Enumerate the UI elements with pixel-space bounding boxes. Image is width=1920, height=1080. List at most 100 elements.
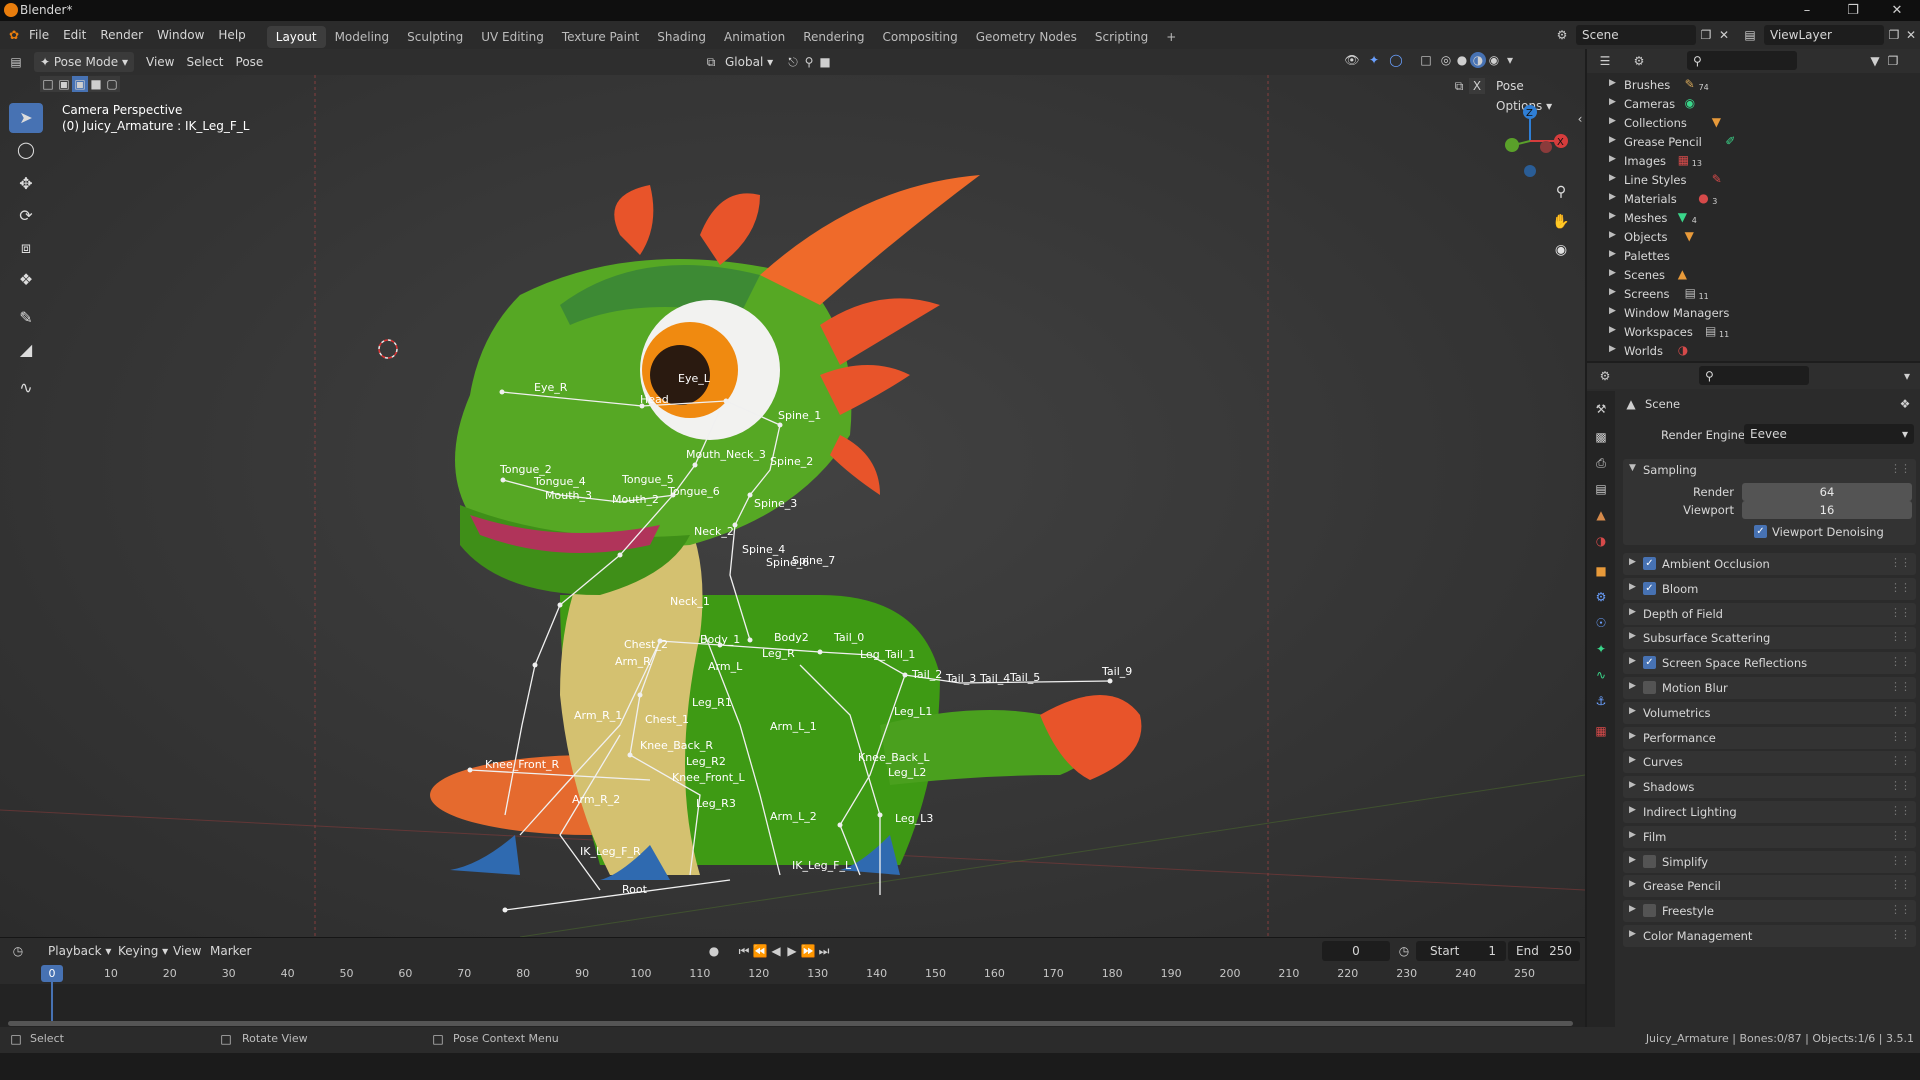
panel-shadows[interactable]: ▶ Shadows ⋮⋮ (1623, 776, 1916, 799)
annotate-tool[interactable]: ✎ (9, 303, 43, 333)
expand-arrow-icon[interactable]: ▶ (1609, 97, 1616, 107)
properties-search-input[interactable]: ⚲ (1699, 366, 1809, 385)
outliner-item[interactable]: ▶ Line Styles ✎ (1587, 171, 1920, 190)
add-workspace-button[interactable]: + (1157, 26, 1185, 48)
menu-pose[interactable]: Pose (230, 52, 270, 72)
pan-hand-icon[interactable]: ✋ (1548, 209, 1574, 235)
drag-handle-icon[interactable]: ⋮⋮ (1890, 854, 1911, 867)
chevron-right-icon[interactable]: ▶ (1629, 681, 1636, 691)
tab-modeling[interactable]: Modeling (326, 26, 399, 48)
outliner-item[interactable]: ▶ Workspaces ▤ 11 (1587, 323, 1920, 342)
mode-selector[interactable]: ✦ Pose Mode ▾ (34, 52, 134, 72)
tab-compositing[interactable]: Compositing (873, 26, 966, 48)
render-engine-dropdown[interactable]: Eevee ▾ (1744, 424, 1914, 444)
drag-handle-icon[interactable]: ⋮⋮ (1890, 606, 1911, 619)
frame-ruler[interactable]: 0 10 20 30 40 50 60 70 80 90 100 110 120 130 140 150 160… (0, 964, 1585, 984)
outliner-item[interactable]: ▶ Collections ▼ (1587, 114, 1920, 133)
drag-handle-icon[interactable]: ⋮⋮ (1890, 878, 1911, 891)
pose-options-button[interactable]: Pose Options ▾ (1490, 76, 1578, 113)
scene-tab-icon[interactable]: ▲ (1591, 505, 1611, 525)
chevron-right-icon[interactable]: ▶ (1629, 557, 1636, 567)
outliner-item[interactable]: ▶ Cameras ◉ (1587, 95, 1920, 114)
timeline-editor-icon[interactable]: ◷ (10, 943, 26, 959)
solid-shading-icon[interactable]: ● (1454, 52, 1470, 68)
panel-film[interactable]: ▶ Film ⋮⋮ (1623, 825, 1916, 848)
new-viewlayer-icon[interactable]: ❐ (1886, 27, 1902, 43)
menu-render[interactable]: Render (93, 21, 150, 49)
tab-layout[interactable]: Layout (266, 25, 326, 48)
panel-enable-checkbox[interactable] (1643, 854, 1656, 868)
visibility-icon[interactable]: 👁 (1344, 52, 1360, 68)
outliner-item[interactable]: ▶ Scenes ▲ (1587, 266, 1920, 285)
panel-bloom[interactable]: ▶ ✓ Bloom ⋮⋮ (1623, 577, 1916, 600)
expand-arrow-icon[interactable]: ▶ (1609, 78, 1616, 88)
drag-handle-icon[interactable]: ⋮⋮ (1890, 630, 1911, 643)
prev-keyframe-icon[interactable]: ⏪ (752, 943, 768, 959)
overlays-icon[interactable]: ◯ (1388, 52, 1404, 68)
chevron-right-icon[interactable]: ▶ (1629, 731, 1636, 741)
bone-constraint-tab-icon[interactable]: ⚓ (1591, 691, 1611, 711)
expand-arrow-icon[interactable]: ▶ (1609, 344, 1616, 354)
tab-scripting[interactable]: Scripting (1086, 26, 1157, 48)
select-intersect-icon[interactable]: ▢ (104, 76, 120, 92)
drag-handle-icon[interactable]: ⋮⋮ (1890, 655, 1911, 668)
pivot-icon[interactable]: ⎋ (785, 54, 801, 70)
drag-handle-icon[interactable]: ⋮⋮ (1890, 680, 1911, 693)
shading-options-icon[interactable]: ▾ (1502, 52, 1518, 68)
scene-selector[interactable]: Scene (1576, 25, 1696, 45)
snapping-icon[interactable]: ⧉ (1451, 78, 1467, 94)
viewport-samples-field[interactable]: 16 (1742, 501, 1912, 519)
panel-enable-checkbox[interactable]: ✓ (1643, 656, 1656, 670)
camera-view-icon[interactable]: ◉ (1548, 237, 1574, 263)
panel-curves[interactable]: ▶ Curves ⋮⋮ (1623, 751, 1916, 774)
drag-handle-icon[interactable]: ⋮⋮ (1890, 829, 1911, 842)
object-tab-icon[interactable]: ■ (1591, 561, 1611, 581)
texture-tab-icon[interactable]: ▦ (1591, 721, 1611, 741)
chevron-right-icon[interactable]: ▶ (1629, 582, 1636, 592)
gizmo-icon[interactable]: ✦ (1366, 52, 1382, 68)
filter-icon[interactable]: ▼ (1867, 53, 1883, 69)
drag-handle-icon[interactable]: ⋮⋮ (1890, 903, 1911, 916)
chevron-right-icon[interactable]: ▶ (1629, 879, 1636, 889)
chevron-right-icon[interactable]: ▶ (1629, 830, 1636, 840)
chevron-right-icon[interactable]: ▶ (1629, 929, 1636, 939)
panel-enable-checkbox[interactable] (1643, 681, 1656, 694)
tool-tab-icon[interactable]: ⚒ (1591, 399, 1611, 419)
panel-volumetrics[interactable]: ▶ Volumetrics ⋮⋮ (1623, 701, 1916, 724)
panel-ambient-occlusion[interactable]: ▶ ✓ Ambient Occlusion ⋮⋮ (1623, 553, 1916, 575)
panel-performance[interactable]: ▶ Performance ⋮⋮ (1623, 726, 1916, 749)
outliner-item[interactable]: ▶ Grease Pencil ✐ (1587, 133, 1920, 152)
panel-simplify[interactable]: ▶ Simplify ⋮⋮ (1623, 850, 1916, 873)
xray-icon[interactable]: □ (1418, 52, 1434, 68)
close-window-button[interactable]: ✕ (1874, 0, 1920, 21)
chevron-right-icon[interactable]: ▶ (1629, 755, 1636, 765)
record-icon[interactable]: ● (706, 943, 722, 959)
panel-enable-checkbox[interactable]: ✓ (1643, 581, 1656, 595)
menu-select[interactable]: Select (180, 52, 229, 72)
menu-window[interactable]: Window (150, 21, 211, 49)
play-icon[interactable]: ▶ (784, 943, 800, 959)
expand-arrow-icon[interactable]: ▶ (1609, 116, 1616, 126)
wireframe-shading-icon[interactable]: ◎ (1438, 52, 1454, 68)
new-scene-icon[interactable]: ❐ (1698, 27, 1714, 43)
select-box-tool[interactable]: ➤ (9, 103, 43, 133)
properties-options-icon[interactable]: ▾ (1899, 368, 1915, 384)
menu-marker[interactable]: Marker (204, 941, 257, 961)
view-layer-tab-icon[interactable]: ▤ (1591, 479, 1611, 499)
outliner-item[interactable]: ▶ Materials ● 3 (1587, 190, 1920, 209)
tab-geometry-nodes[interactable]: Geometry Nodes (967, 26, 1086, 48)
chevron-right-icon[interactable]: ▶ (1629, 706, 1636, 716)
drag-handle-icon[interactable]: ⋮⋮ (1890, 581, 1911, 594)
bone-size-tool[interactable]: ∿ (9, 373, 43, 403)
panel-screen-space-reflections[interactable]: ▶ ✓ Screen Space Reflections ⋮⋮ (1623, 652, 1916, 675)
x-mirror-icon[interactable]: X (1469, 78, 1485, 94)
rotate-tool[interactable]: ⟳ (9, 201, 43, 231)
chevron-right-icon[interactable]: ▶ (1629, 656, 1636, 666)
outliner-item[interactable]: ▶ Objects ▼ (1587, 228, 1920, 247)
physics-tab-icon[interactable]: ☉ (1591, 613, 1611, 633)
panel-grease-pencil[interactable]: ▶ Grease Pencil ⋮⋮ (1623, 875, 1916, 898)
viewport-denoising-checkbox[interactable]: ✓ (1754, 525, 1767, 538)
measure-tool[interactable]: ◢ (9, 335, 43, 365)
bone-tab-icon[interactable]: ∿ (1591, 665, 1611, 685)
outliner-item[interactable]: ▶ Meshes ▼ 4 (1587, 209, 1920, 228)
